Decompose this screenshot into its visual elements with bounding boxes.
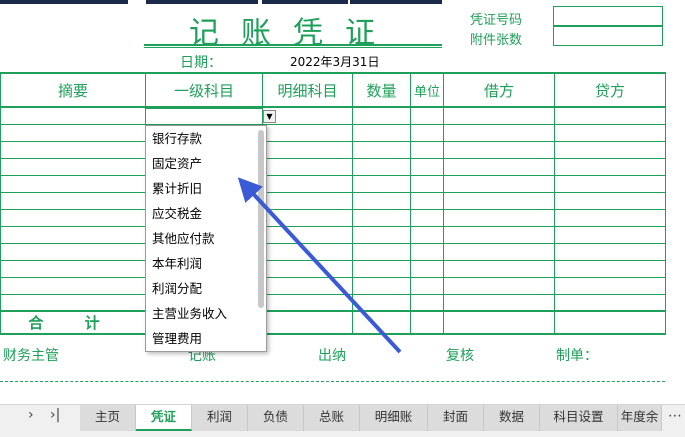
tab-voucher[interactable]: 凭证 <box>136 405 192 431</box>
tab-data[interactable]: 数据 <box>484 405 540 431</box>
last-sheet-icon[interactable]: ›| <box>50 407 60 423</box>
more-tabs-icon[interactable]: ⋯ <box>668 408 682 424</box>
tab-year-balance[interactable]: 年度余 <box>618 405 662 431</box>
tab-liabilities[interactable]: 负债 <box>248 405 304 431</box>
sheet-tab-bar: › ›| 主页 凭证 利润 负债 总账 明细账 封面 数据 科目设置 年度余 ⋯ <box>0 404 685 437</box>
tab-detail-ledger[interactable]: 明细账 <box>360 405 428 431</box>
tab-profit[interactable]: 利润 <box>192 405 248 431</box>
annotation-arrow-icon <box>237 177 402 354</box>
tab-home[interactable]: 主页 <box>80 405 136 431</box>
tab-account-settings[interactable]: 科目设置 <box>540 405 618 431</box>
tab-cover[interactable]: 封面 <box>428 405 484 431</box>
chevron-right-icon[interactable]: › <box>28 407 34 423</box>
tab-general-ledger[interactable]: 总账 <box>304 405 360 431</box>
